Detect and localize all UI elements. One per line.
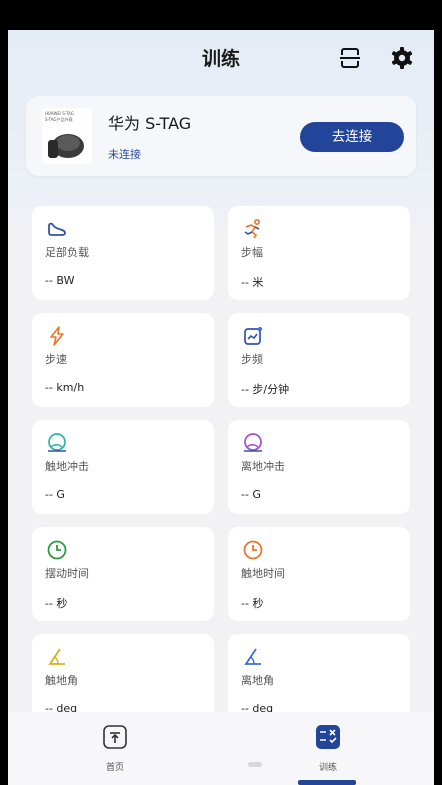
lightning-icon: [50, 326, 64, 346]
active-tab-indicator: [298, 780, 356, 785]
header: 训练: [8, 30, 434, 86]
page-title: 训练: [201, 48, 240, 70]
upload-tray-icon: [103, 725, 127, 749]
trend-chart-icon: [244, 327, 262, 345]
angle-icon: [48, 648, 65, 665]
metric-card-contact-time[interactable]: 触地时间 -- 秒: [228, 527, 410, 621]
impact-swirl-icon: [244, 433, 262, 452]
nav-training[interactable]: 训练: [298, 724, 358, 774]
bottom-nav: 首页 训练: [8, 712, 434, 785]
checklist-icon: [316, 725, 340, 749]
device-name: 华为 S-TAG: [108, 114, 192, 133]
device-image: HUAWEI S-TAG S-TAG产品外观: [42, 108, 92, 164]
clock-icon: [243, 540, 263, 560]
metrics-grid: 足部负载 -- BW 步幅 -- 米 步速 -- km/h 步频 -- 步/分钟…: [8, 192, 434, 728]
gear-icon[interactable]: [388, 44, 416, 72]
impact-swirl-icon: [48, 433, 66, 452]
metric-card-takeoff-impact[interactable]: 离地冲击 -- G: [228, 420, 410, 514]
gesture-indicator: [248, 762, 262, 767]
metric-card-stride[interactable]: 步幅 -- 米: [228, 206, 410, 300]
runner-icon: [244, 218, 261, 239]
metric-card-swing-time[interactable]: 摆动时间 -- 秒: [32, 527, 214, 621]
angle-icon: [244, 648, 261, 665]
device-status: 未连接: [108, 148, 141, 161]
scan-frame-icon[interactable]: [336, 44, 364, 72]
connect-button[interactable]: 去连接: [300, 122, 404, 152]
device-card[interactable]: HUAWEI S-TAG S-TAG产品外观 华为 S-TAG 未连接 去连接: [26, 96, 416, 176]
clock-icon: [47, 540, 67, 560]
metric-card-cadence[interactable]: 步频 -- 步/分钟: [228, 313, 410, 407]
metric-card-foot-load[interactable]: 足部负载 -- BW: [32, 206, 214, 300]
metric-card-landing-impact[interactable]: 触地冲击 -- G: [32, 420, 214, 514]
nav-home[interactable]: 首页: [85, 724, 145, 774]
metric-card-pace[interactable]: 步速 -- km/h: [32, 313, 214, 407]
shoe-icon: [48, 222, 66, 236]
training-screen: 训练 HUAWEI S-TAG S-TAG产品外观 华为 S-TAG 未连接 去…: [8, 30, 434, 785]
